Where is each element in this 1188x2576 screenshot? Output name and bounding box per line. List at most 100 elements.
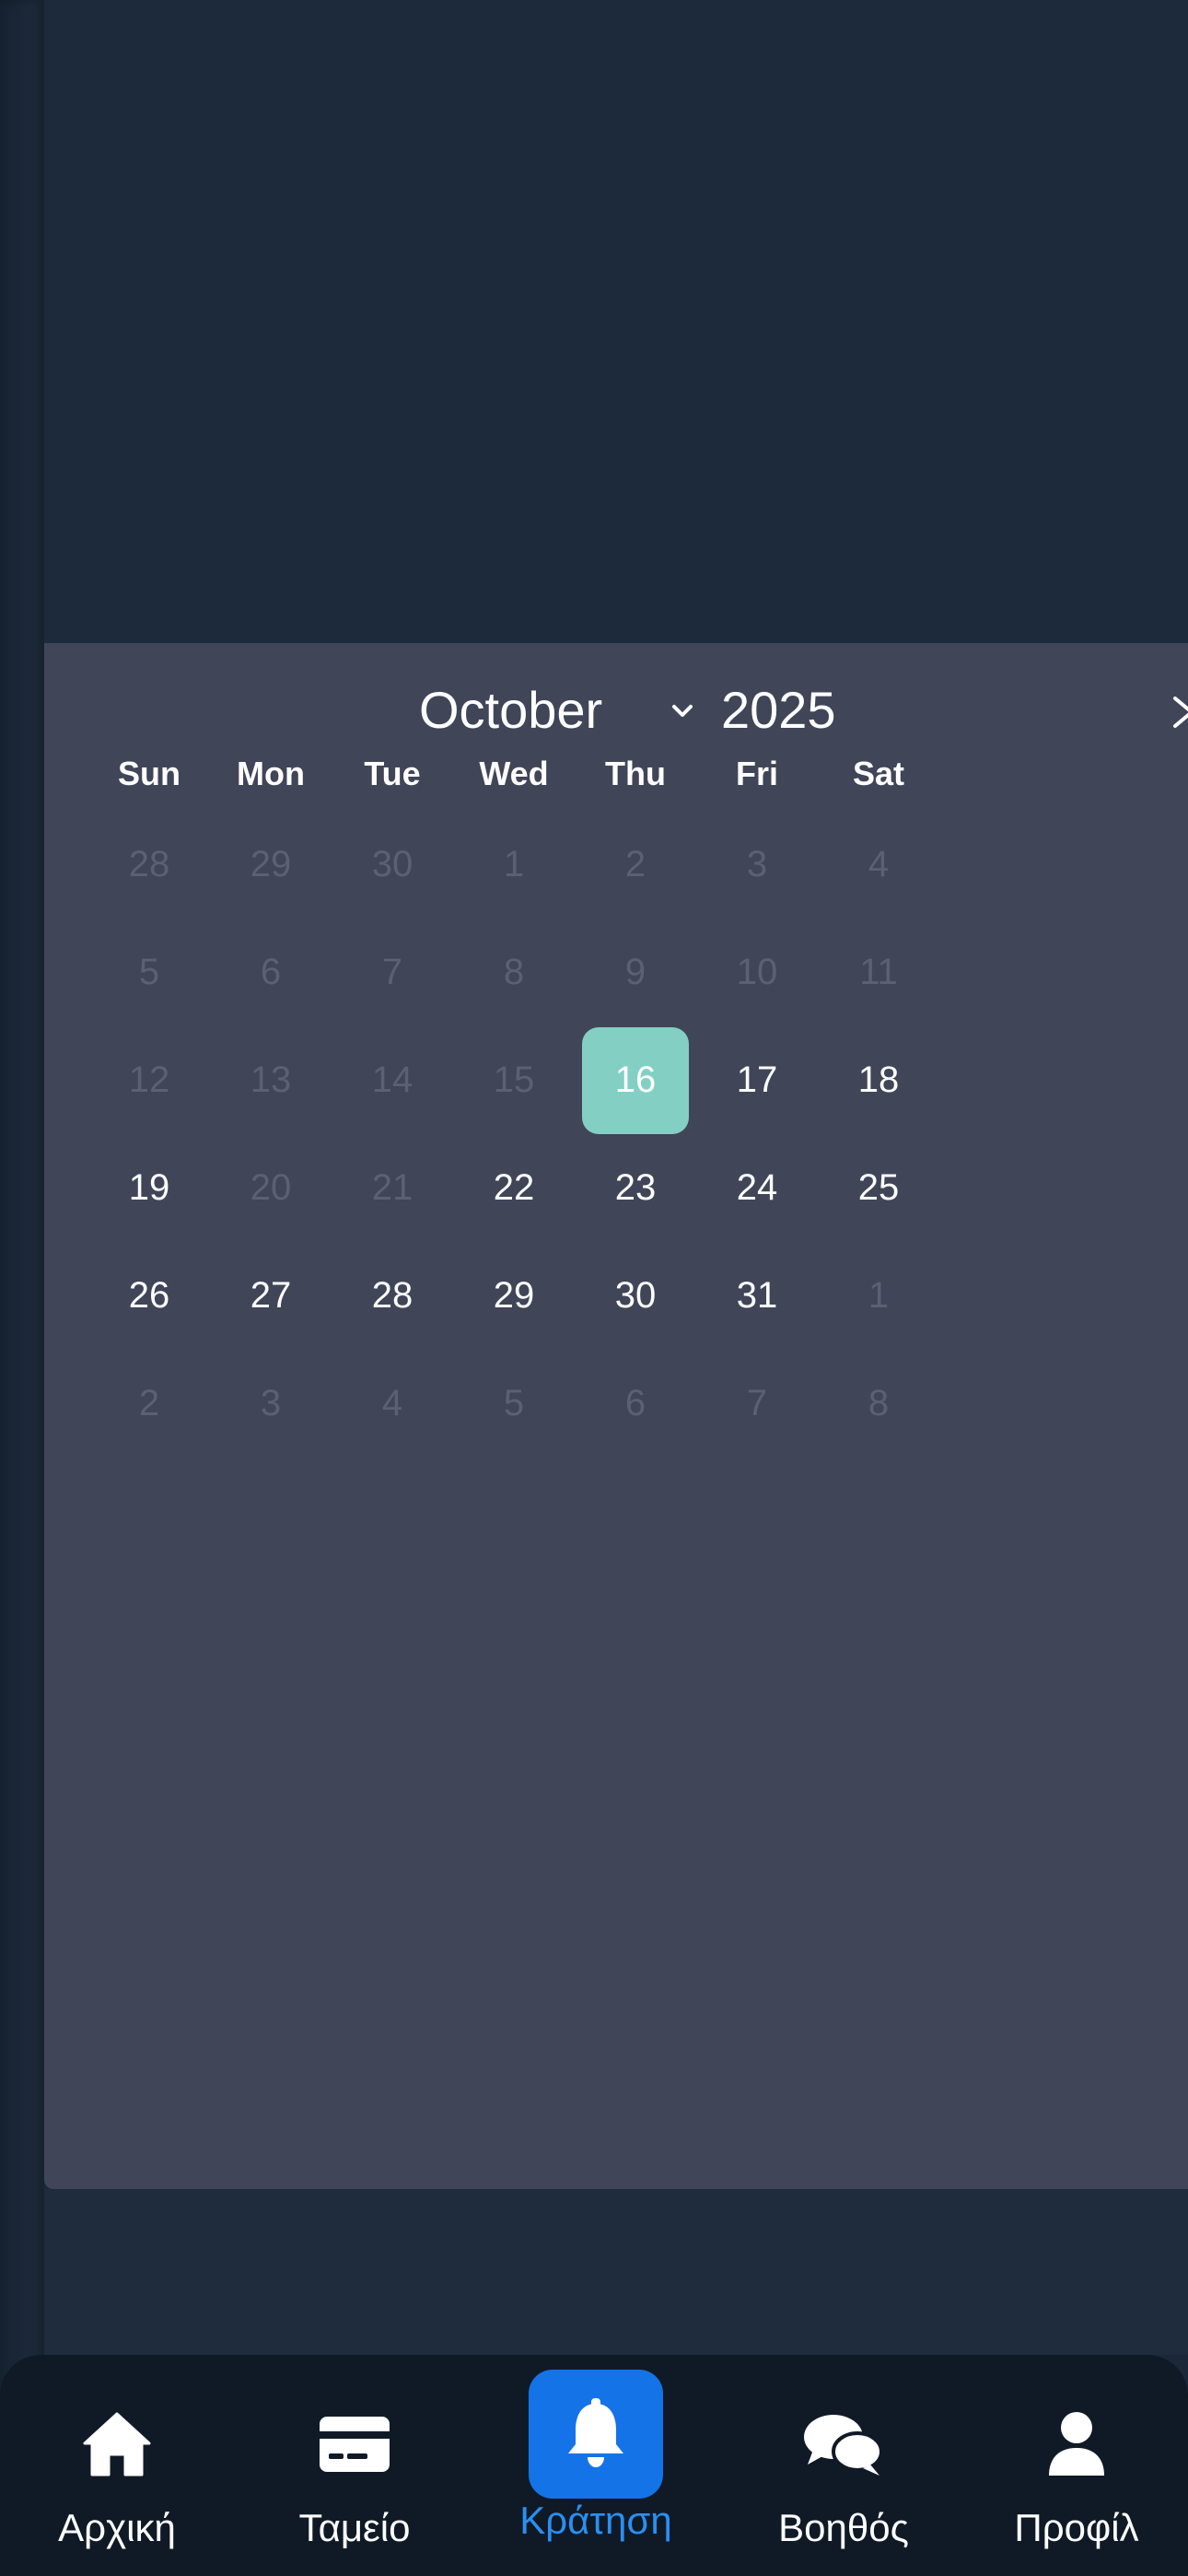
day-number: 8 [868, 1383, 890, 1423]
bell-icon [554, 2392, 637, 2475]
day-cell[interactable]: 28 [332, 1242, 453, 1350]
day-cell: 4 [818, 811, 939, 919]
day-cell[interactable]: 26 [88, 1242, 210, 1350]
day-cell[interactable]: 31 [696, 1242, 818, 1350]
tab-profile[interactable]: Προφίλ [961, 2355, 1188, 2576]
day-number: 7 [746, 1383, 768, 1423]
day-number: 6 [624, 1383, 646, 1423]
day-number: 12 [128, 1060, 170, 1100]
tab-label-profile: Προφίλ [1014, 2506, 1139, 2549]
day-number: 26 [128, 1275, 170, 1316]
day-cell[interactable]: 23 [575, 1134, 696, 1242]
tab-label-assistant: Βοηθός [778, 2506, 909, 2549]
day-cell[interactable]: 19 [88, 1134, 210, 1242]
weekday-mon: Mon [237, 755, 305, 792]
day-number: 30 [371, 844, 413, 884]
day-cell: 12 [88, 1026, 210, 1134]
day-cell: 2 [88, 1350, 210, 1458]
tab-booking[interactable]: Κράτηση [481, 2355, 711, 2576]
day-cell[interactable]: 18 [818, 1026, 939, 1134]
day-number: 16 [582, 1026, 689, 1134]
day-number: 7 [381, 952, 403, 992]
day-number: 5 [138, 952, 160, 992]
year-label: 2025 [721, 680, 836, 739]
next-month-button[interactable] [1170, 689, 1188, 735]
day-cell: 15 [453, 1026, 575, 1134]
day-number: 13 [250, 1060, 292, 1100]
day-cell: 14 [332, 1026, 453, 1134]
day-number: 3 [746, 844, 768, 884]
day-number: 15 [493, 1060, 535, 1100]
day-number: 28 [128, 844, 170, 884]
day-cell: 3 [696, 811, 818, 919]
chevron-down-icon[interactable] [666, 695, 699, 728]
day-number: 27 [250, 1275, 292, 1316]
weekday-header-row: Sun Mon Tue Wed Thu Fri Sat [88, 746, 939, 802]
backdrop-bottom [44, 2189, 1188, 2355]
day-cell[interactable]: 22 [453, 1134, 575, 1242]
day-number: 30 [614, 1275, 657, 1316]
day-number: 4 [381, 1383, 403, 1423]
user-icon [1035, 2403, 1118, 2486]
day-grid: 28 29 30 1 2 3 4 5 6 7 8 9 10 11 12 13 14 15 16 17 18 19 20 21 2… [88, 811, 939, 1458]
day-cell: 1 [453, 811, 575, 919]
day-number: 19 [128, 1167, 170, 1208]
tab-label-booking: Κράτηση [519, 2499, 672, 2542]
day-cell: 5 [453, 1350, 575, 1458]
home-icon [76, 2403, 158, 2486]
day-number: 24 [736, 1167, 778, 1208]
day-number: 31 [736, 1275, 778, 1316]
day-cell[interactable]: 29 [453, 1242, 575, 1350]
day-number: 9 [624, 952, 646, 992]
day-number: 11 [859, 952, 898, 992]
day-number: 21 [371, 1167, 413, 1208]
day-number: 10 [736, 952, 778, 992]
day-cell: 8 [453, 919, 575, 1026]
weekday-thu: Thu [605, 755, 666, 792]
day-number: 29 [493, 1275, 535, 1316]
day-number: 8 [503, 952, 525, 992]
weekday-fri: Fri [735, 755, 778, 792]
day-cell: 7 [332, 919, 453, 1026]
day-number: 3 [260, 1383, 282, 1423]
credit-card-icon [313, 2403, 396, 2486]
day-cell: 5 [88, 919, 210, 1026]
day-number: 4 [868, 844, 890, 884]
tab-home[interactable]: Αρχική [2, 2355, 232, 2576]
weekday-wed: Wed [479, 755, 549, 792]
day-number: 22 [493, 1167, 535, 1208]
day-cell[interactable]: 17 [696, 1026, 818, 1134]
tab-label-cashier: Ταμείο [298, 2506, 411, 2549]
day-number: 5 [503, 1383, 525, 1423]
day-cell: 13 [210, 1026, 332, 1134]
bottom-tab-bar: Αρχική Ταμείο Κράτηση Βοηθός Προφίλ [0, 2355, 1188, 2576]
day-cell[interactable]: 24 [696, 1134, 818, 1242]
day-cell: 6 [575, 1350, 696, 1458]
weekday-sun: Sun [118, 755, 181, 792]
day-cell[interactable]: 27 [210, 1242, 332, 1350]
day-cell: 9 [575, 919, 696, 1026]
day-number: 25 [857, 1167, 900, 1208]
day-number: 2 [138, 1383, 160, 1423]
day-number: 2 [624, 844, 646, 884]
day-cell: 20 [210, 1134, 332, 1242]
day-cell[interactable]: 30 [575, 1242, 696, 1350]
day-number: 28 [371, 1275, 413, 1316]
day-cell: 21 [332, 1134, 453, 1242]
day-cell: 7 [696, 1350, 818, 1458]
selected-day-cell[interactable]: 16 [575, 1026, 696, 1134]
tab-assistant[interactable]: Βοηθός [728, 2355, 959, 2576]
tab-cashier[interactable]: Ταμείο [239, 2355, 470, 2576]
day-cell: 3 [210, 1350, 332, 1458]
calendar-header: October 2025 [44, 662, 1188, 754]
day-cell: 29 [210, 811, 332, 919]
month-label: October [419, 680, 603, 739]
day-cell[interactable]: 25 [818, 1134, 939, 1242]
day-cell: 11 [818, 919, 939, 1026]
day-number: 1 [503, 844, 525, 884]
day-cell: 28 [88, 811, 210, 919]
day-number: 20 [250, 1167, 292, 1208]
month-select[interactable]: October [419, 681, 602, 739]
tab-label-home: Αρχική [58, 2506, 176, 2549]
year-select[interactable]: 2025 [721, 681, 836, 739]
